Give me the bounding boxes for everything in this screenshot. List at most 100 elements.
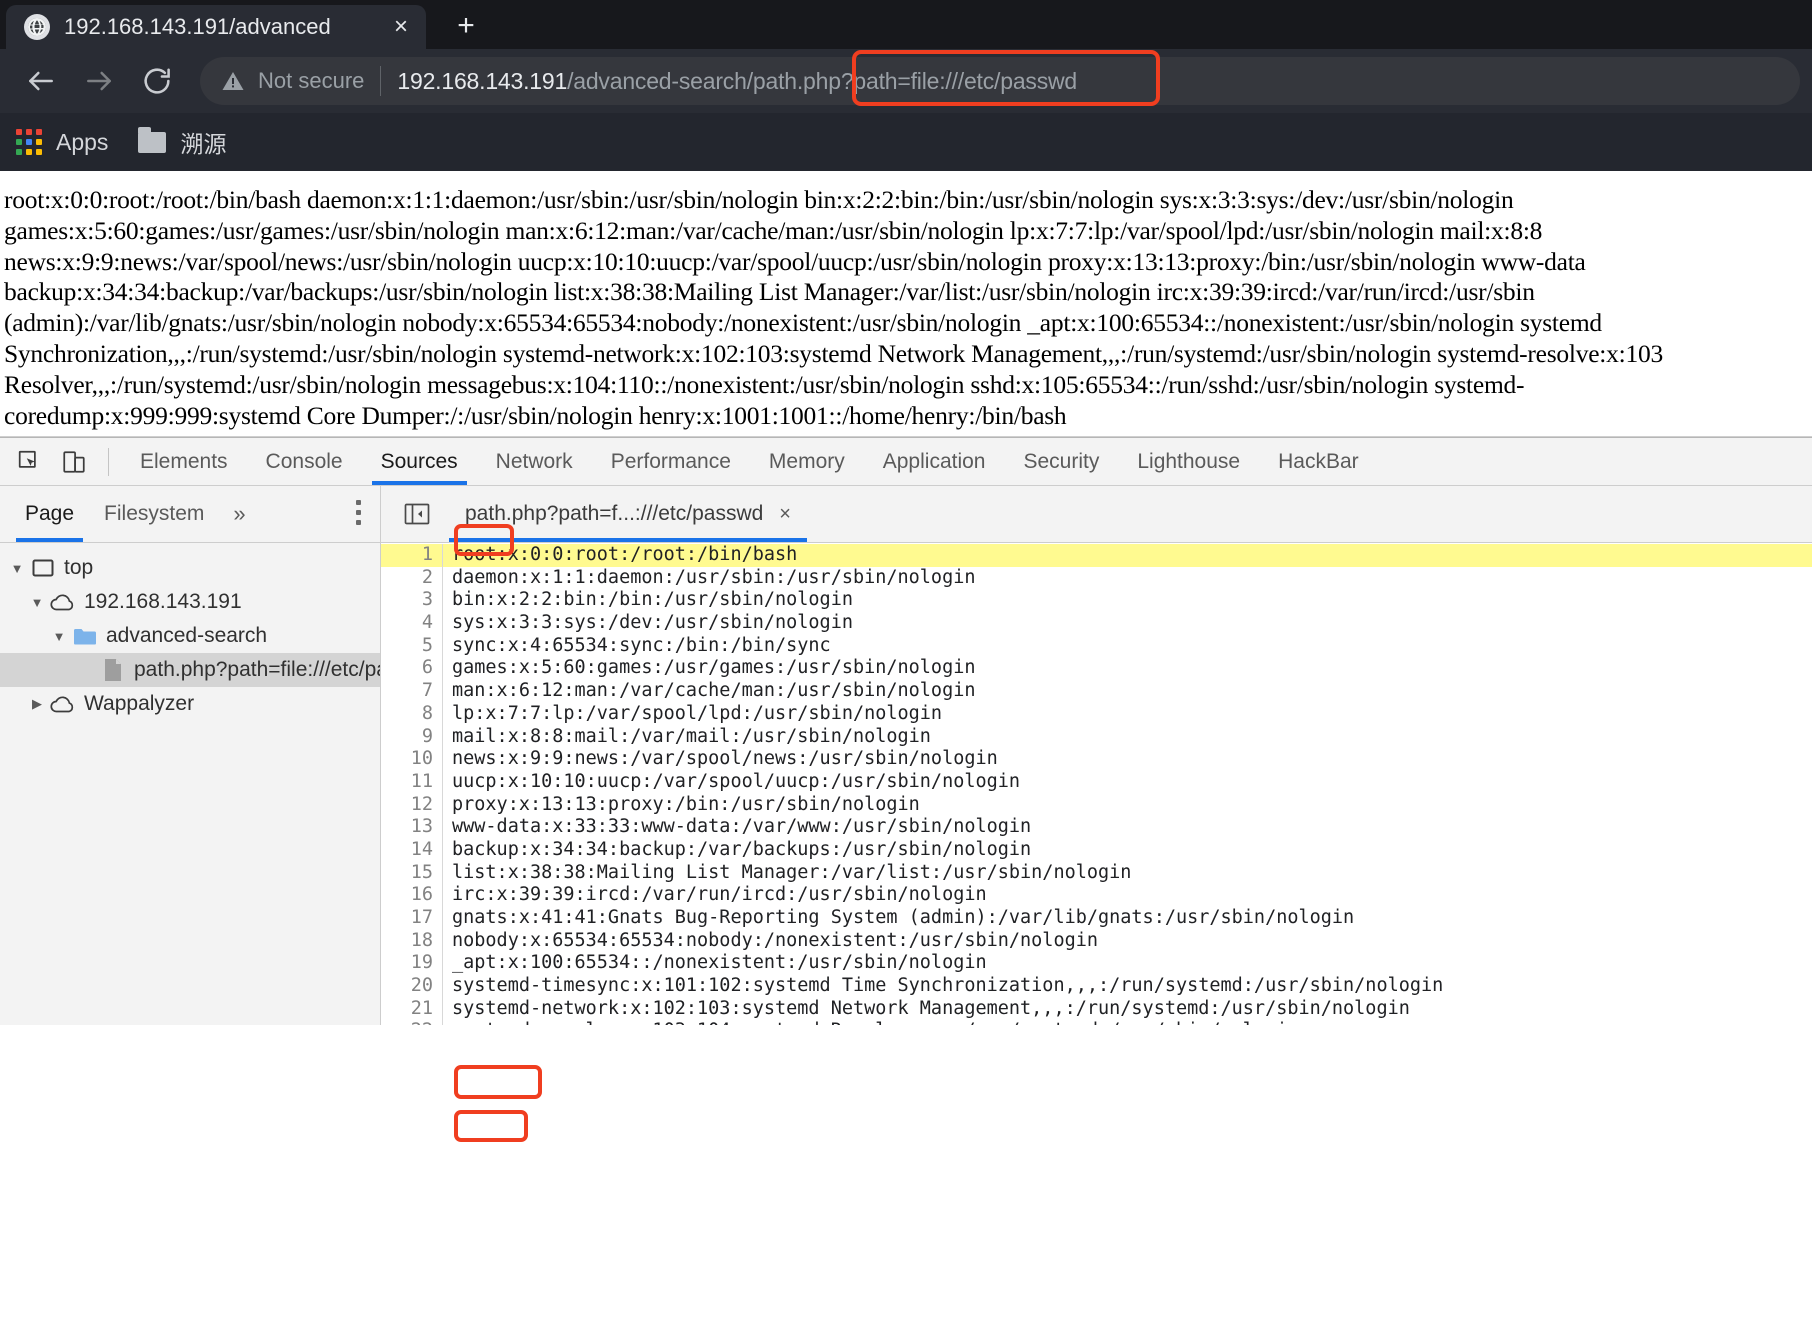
bookmark-folder[interactable]: 溯源 <box>138 125 226 159</box>
code-line: 22systemd-resolve:x:103:104:systemd Reso… <box>381 1020 1812 1025</box>
new-tab-button[interactable]: + <box>446 11 486 41</box>
document-icon <box>98 658 128 682</box>
page-text-line: news:x:9:9:news:/var/spool/news:/usr/sbi… <box>4 246 1586 276</box>
tree-item-origin[interactable]: ▼ 192.168.143.191 <box>0 585 380 619</box>
tab-network[interactable]: Network <box>477 438 592 485</box>
line-text: lp:x:7:7:lp:/var/spool/lpd:/usr/sbin/nol… <box>452 702 943 724</box>
show-navigator-icon[interactable] <box>397 494 437 534</box>
globe-icon <box>24 14 50 40</box>
chevron-double-right-icon[interactable]: » <box>219 501 259 527</box>
tab-console[interactable]: Console <box>247 438 362 485</box>
tab-title: 192.168.143.191/advanced <box>64 14 331 39</box>
line-text: daemon:x:1:1:daemon:/usr/sbin:/usr/sbin/… <box>452 566 976 588</box>
page-text-line: root:x:0:0:root:/root:/bin/bash daemon:x… <box>4 185 1514 214</box>
line-number: 4 <box>381 612 443 635</box>
tab-performance[interactable]: Performance <box>592 438 750 485</box>
line-number: 10 <box>381 748 443 771</box>
tree-item-file[interactable]: path.php?path=file:///etc/pas <box>0 653 380 687</box>
code-line: 11 uucp:x:10:10:uucp:/var/spool/uucp:/usr… <box>381 770 1812 794</box>
cloud-icon <box>48 695 78 713</box>
line-number: 22 <box>381 1020 443 1025</box>
tab-hackbar[interactable]: HackBar <box>1259 438 1378 485</box>
address-bar[interactable]: Not secure 192.168.143.191/advanced-sear… <box>200 57 1800 105</box>
devtools-tabbar: Elements Console Sources Network Perform… <box>0 438 1812 486</box>
reload-icon[interactable] <box>128 52 186 110</box>
line-number: 5 <box>381 634 443 658</box>
page-content: root:x:0:0:root:/root:/bin/bash daemon:x… <box>0 171 1812 437</box>
code-line: 1 root:x:0:0:root:/root:/bin/bash <box>381 544 1812 567</box>
tree-item-top[interactable]: ▼ top <box>0 551 380 585</box>
open-file-tab[interactable]: path.php?path=f...:///etc/passwd × <box>449 486 807 542</box>
line-text: list:x:38:38:Mailing List Manager:/var/l… <box>452 861 1132 883</box>
back-icon[interactable] <box>12 52 70 110</box>
device-toolbar-icon[interactable] <box>52 440 96 484</box>
close-icon[interactable]: × <box>779 503 791 526</box>
inspect-element-icon[interactable] <box>8 440 52 484</box>
tab-security[interactable]: Security <box>1004 438 1118 485</box>
code-line: 15 list:x:38:38:Mailing List Manager:/var… <box>381 861 1812 885</box>
page-text-line: (admin):/var/lib/gnats:/usr/sbin/nologin… <box>4 308 1602 338</box>
url-host: 192.168.143.191 <box>397 67 568 94</box>
line-number: 18 <box>381 929 443 953</box>
subtab-filesystem[interactable]: Filesystem <box>89 486 219 542</box>
subtab-page[interactable]: Page <box>10 486 89 542</box>
tab-lighthouse[interactable]: Lighthouse <box>1118 438 1259 485</box>
line-number: 3 <box>381 589 443 613</box>
code-line: 6 games:x:5:60:games:/usr/games:/usr/sbin… <box>381 657 1812 681</box>
line-number: 13 <box>381 816 443 839</box>
browser-tab[interactable]: 192.168.143.191/advanced × <box>6 5 426 49</box>
page-text-line: Synchronization,,,:/run/systemd:/usr/sbi… <box>4 338 1663 368</box>
chevron-down-icon[interactable]: ▼ <box>6 561 28 576</box>
code-line: 10 news:x:9:9:news:/var/spool/news:/usr/s… <box>381 748 1812 771</box>
line-text: www-data:x:33:33:www-data:/var/www:/usr/… <box>452 816 1032 838</box>
line-number: 17 <box>381 907 443 930</box>
code-line: 4 sys:x:3:3:sys:/dev:/usr/sbin/nologin <box>381 612 1812 635</box>
forward-icon[interactable] <box>70 52 128 110</box>
code-line: 7 man:x:6:12:man:/var/cache/man:/usr/sbin… <box>381 680 1812 703</box>
tree-item-folder[interactable]: ▼ advanced-search <box>0 619 380 653</box>
tab-memory[interactable]: Memory <box>750 438 864 485</box>
code-viewer[interactable]: 1 root:x:0:0:root:/root:/bin/bash 2 daemon… <box>381 543 1812 1025</box>
devtools-panel: Elements Console Sources Network Perform… <box>0 437 1812 1025</box>
devtools-body: Page Filesystem » ▼ top ▼ 192.168.143.19… <box>0 486 1812 1025</box>
line-number: 12 <box>381 793 443 817</box>
page-text-line: Resolver,,,:/run/systemd:/usr/sbin/nolog… <box>4 369 1525 399</box>
line-text: sync:x:4:65534:sync:/bin:/bin/sync <box>452 634 831 656</box>
bookmark-apps[interactable]: Apps <box>16 129 108 156</box>
chevron-down-icon[interactable]: ▼ <box>48 629 70 644</box>
line-number: 20 <box>381 975 443 998</box>
line-text: uucp:x:10:10:uucp:/var/spool/uucp:/usr/s… <box>452 770 1021 792</box>
line-number: 7 <box>381 680 443 703</box>
line-text: gnats:x:41:41:Gnats Bug-Reporting System… <box>452 907 1355 928</box>
folder-icon <box>70 627 100 646</box>
line-text: systemd-timesync:x:101:102:systemd Time … <box>452 975 1444 997</box>
code-line: 19 _apt:x:100:65534::/nonexistent:/usr/sb… <box>381 952 1812 976</box>
source-editor: path.php?path=f...:///etc/passwd × 1 root… <box>381 486 1812 1025</box>
url-path: /advanced-search/path.php? <box>567 67 854 94</box>
close-icon[interactable]: × <box>386 15 416 39</box>
tab-application[interactable]: Application <box>864 438 1005 485</box>
line-number: 21 <box>381 997 443 1021</box>
tab-elements[interactable]: Elements <box>121 438 247 485</box>
line-text: root:x:0:0:root:/root:/bin/bash <box>452 544 798 565</box>
chevron-right-icon[interactable]: ▶ <box>26 696 48 712</box>
line-text: bin:x:2:2:bin:/bin:/usr/sbin/nologin <box>452 589 853 611</box>
line-number: 1 <box>381 544 443 567</box>
open-file-tab-label: path.php?path=f...:///etc/passwd <box>465 502 764 525</box>
not-secure-warning-icon <box>220 69 246 93</box>
line-number: 16 <box>381 884 443 908</box>
file-tree: ▼ top ▼ 192.168.143.191 ▼ advanced-searc… <box>0 543 380 721</box>
bookmarks-bar: Apps 溯源 <box>0 113 1812 171</box>
page-text-line: coredump:x:999:999:systemd Core Dumper:/… <box>4 400 1067 430</box>
code-line: 9 mail:x:8:8:mail:/var/mail:/usr/sbin/nol… <box>381 725 1812 749</box>
cloud-icon <box>48 593 78 611</box>
chevron-down-icon[interactable]: ▼ <box>26 595 48 610</box>
tab-sources[interactable]: Sources <box>362 438 477 485</box>
code-line: 2 daemon:x:1:1:daemon:/usr/sbin:/usr/sbin… <box>381 566 1812 590</box>
code-line: 17 gnats:x:41:41:Gnats Bug-Reporting Syst… <box>381 907 1812 930</box>
tab-strip: 192.168.143.191/advanced × + <box>0 0 1812 49</box>
toolbar-divider <box>108 447 109 476</box>
tree-item-wappalyzer[interactable]: ▶ Wappalyzer <box>0 687 380 721</box>
more-options-icon[interactable] <box>356 500 362 525</box>
line-text: mail:x:8:8:mail:/var/mail:/usr/sbin/nolo… <box>452 725 931 747</box>
